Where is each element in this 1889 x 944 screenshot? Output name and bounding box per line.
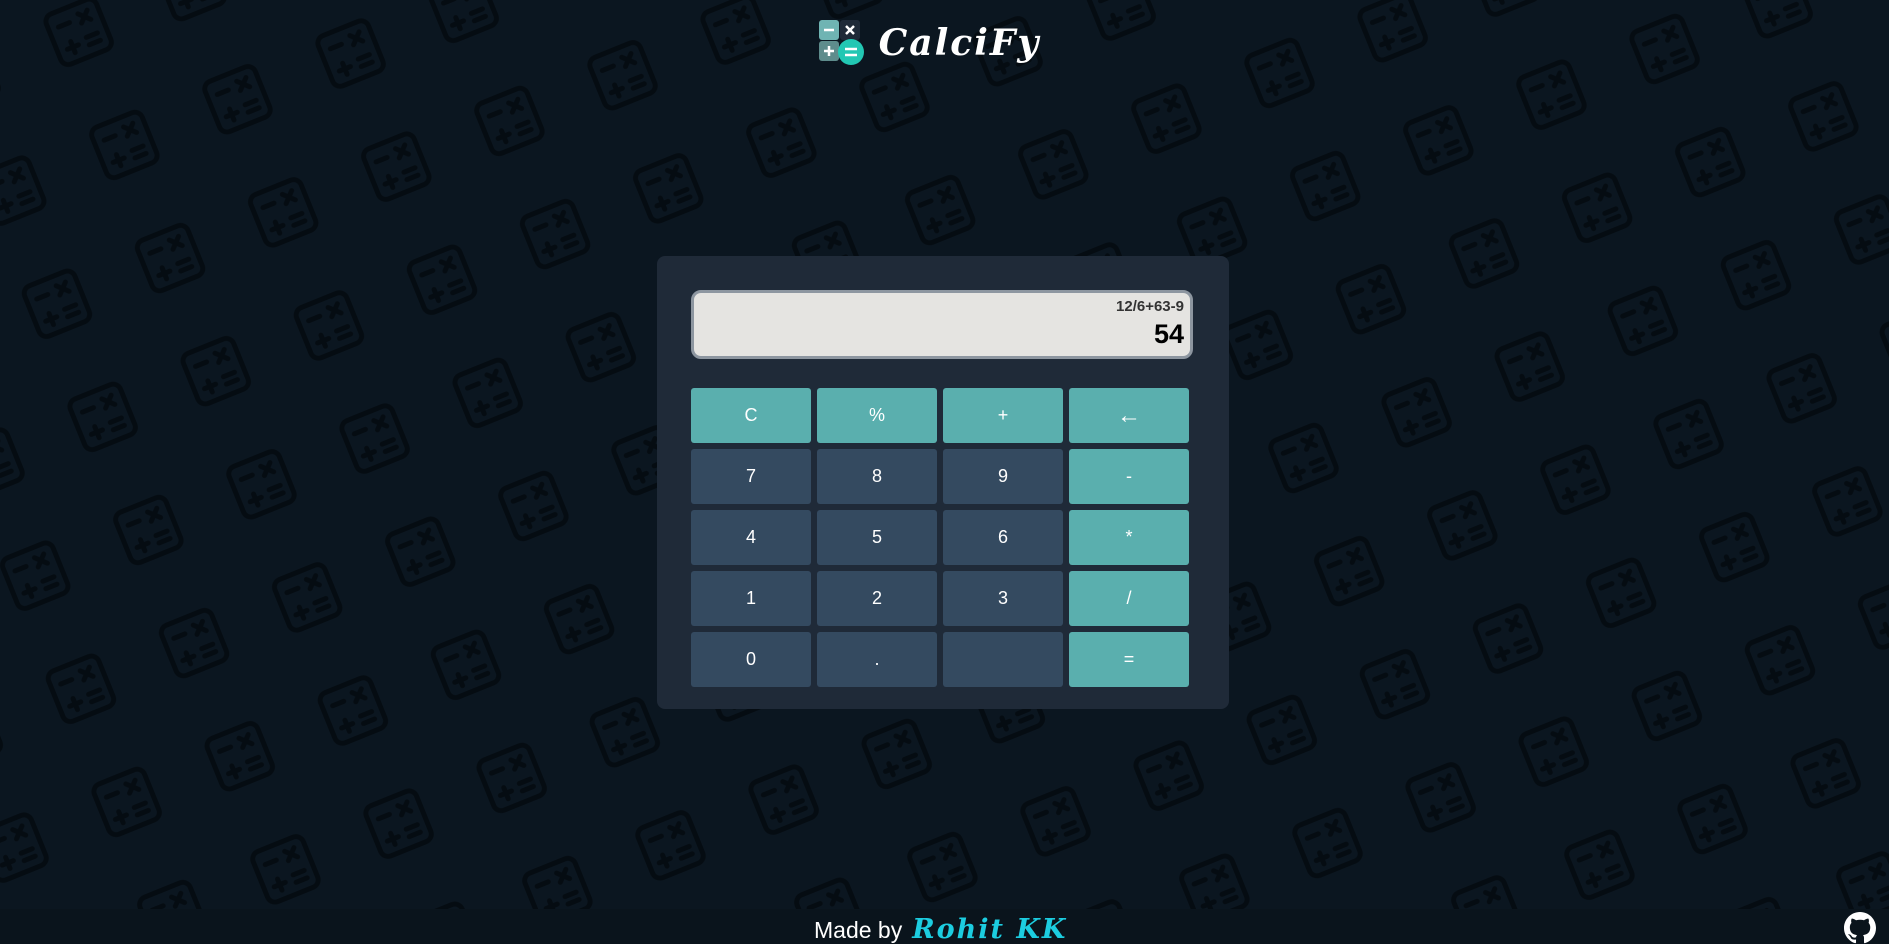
digit-7-button[interactable]: 7 (691, 449, 811, 504)
divide-button[interactable]: / (1069, 571, 1189, 626)
calculator-logo-icon (818, 20, 864, 65)
digit-2-button[interactable]: 2 (817, 571, 937, 626)
digit-6-button[interactable]: 6 (943, 510, 1063, 565)
percent-button[interactable]: % (817, 388, 937, 443)
digit-9-button[interactable]: 9 (943, 449, 1063, 504)
multiply-button[interactable]: * (1069, 510, 1189, 565)
app-header: CalciFy (0, 18, 1889, 68)
clear-button[interactable]: C (691, 388, 811, 443)
equals-button[interactable]: = (1069, 632, 1189, 687)
backspace-button[interactable]: ← (1069, 388, 1189, 443)
calculator: 12/6+63-9 54 C % + ← 7 8 9 - 4 5 6 * 1 2… (657, 256, 1229, 709)
made-by-label: Made by (814, 917, 903, 943)
digit-0-button[interactable]: 0 (691, 632, 811, 687)
footer: Made by Rohit KK (0, 909, 1889, 944)
author-link[interactable]: Rohit KK (912, 914, 1067, 944)
blank-button[interactable] (943, 632, 1063, 687)
subtract-button[interactable]: - (1069, 449, 1189, 504)
app-title: CalciFy (878, 22, 1041, 64)
digit-3-button[interactable]: 3 (943, 571, 1063, 626)
digit-1-button[interactable]: 1 (691, 571, 811, 626)
expression-text: 12/6+63-9 (1116, 298, 1184, 315)
digit-5-button[interactable]: 5 (817, 510, 937, 565)
github-icon[interactable] (1844, 912, 1876, 944)
logo: CalciFy (818, 20, 1041, 66)
result-text: 54 (1153, 319, 1184, 349)
add-button[interactable]: + (943, 388, 1063, 443)
made-by-credit: Made by Rohit KK (814, 914, 1067, 944)
digit-4-button[interactable]: 4 (691, 510, 811, 565)
digit-8-button[interactable]: 8 (817, 449, 937, 504)
keypad: C % + ← 7 8 9 - 4 5 6 * 1 2 3 / 0 . = (691, 388, 1191, 687)
decimal-button[interactable]: . (817, 632, 937, 687)
calculator-display: 12/6+63-9 54 (691, 290, 1193, 359)
